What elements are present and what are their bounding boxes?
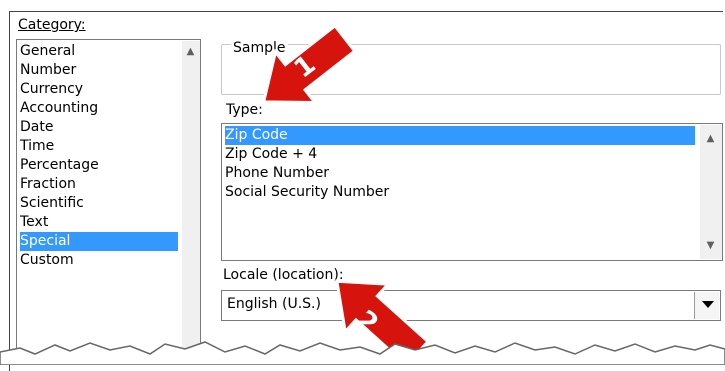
torn-edge <box>0 341 725 365</box>
category-list-item[interactable]: Fraction <box>20 175 178 194</box>
category-list-item[interactable]: Number <box>20 61 178 80</box>
chevron-down-icon <box>702 301 714 308</box>
type-list-item[interactable]: Social Security Number <box>225 183 695 202</box>
locale-dropdown[interactable]: English (U.S.) <box>221 290 721 321</box>
category-list-item[interactable]: Percentage <box>20 156 178 175</box>
category-list-item[interactable]: Accounting <box>20 99 178 118</box>
category-scrollbar[interactable]: ▲ <box>182 41 200 359</box>
type-list-item[interactable]: Zip Code <box>225 126 695 145</box>
dropdown-button[interactable] <box>694 292 719 319</box>
category-list-item[interactable]: General <box>20 42 178 61</box>
category-list-item[interactable]: Custom <box>20 251 178 270</box>
scroll-up-icon[interactable]: ▲ <box>182 43 199 60</box>
type-scrollbar[interactable]: ▲ ▼ <box>700 125 722 259</box>
category-listbox[interactable]: General Number Currency Accounting Date Time P… <box>16 39 201 359</box>
scroll-down-icon[interactable]: ▼ <box>702 237 719 254</box>
category-list-item[interactable]: Currency <box>20 80 178 99</box>
category-list-item[interactable]: Date <box>20 118 178 137</box>
category-list-item[interactable]: Special <box>20 232 178 251</box>
scroll-up-icon[interactable]: ▲ <box>702 130 719 147</box>
locale-value: English (U.S.) <box>227 296 321 312</box>
category-list-item[interactable]: Time <box>20 137 178 156</box>
category-list-item[interactable]: Scientific <box>20 194 178 213</box>
category-label: Category: <box>18 17 86 33</box>
type-list-item[interactable]: Zip Code + 4 <box>225 145 695 164</box>
type-listbox[interactable]: Zip Code Zip Code + 4 Phone Number Social S… <box>221 123 723 261</box>
type-list-item[interactable]: Phone Number <box>225 164 695 183</box>
category-list-item[interactable]: Text <box>20 213 178 232</box>
